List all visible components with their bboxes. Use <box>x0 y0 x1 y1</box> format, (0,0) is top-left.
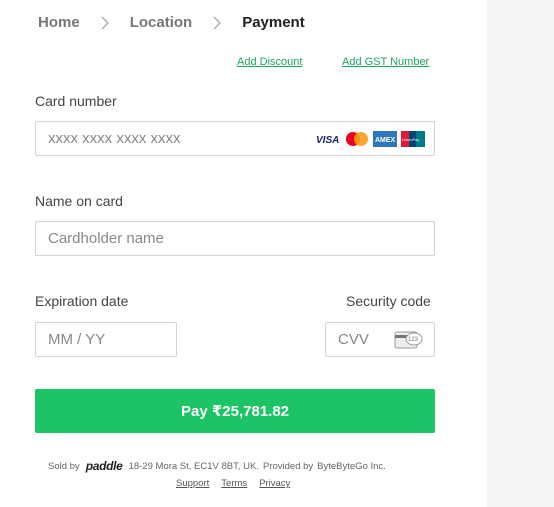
card-brands: VISA AMEX UnionPay <box>315 131 425 151</box>
breadcrumb-payment: Payment <box>242 14 305 31</box>
checkout-panel: Home Location Payment Add Discount Add G… <box>0 0 487 507</box>
svg-text:VISA: VISA <box>316 135 339 146</box>
breadcrumb-location[interactable]: Location <box>130 14 193 31</box>
support-link[interactable]: Support <box>176 478 209 489</box>
breadcrumb: Home Location Payment <box>38 14 305 31</box>
amex-icon: AMEX <box>373 131 397 151</box>
cvv-card-icon: 123 <box>394 330 424 354</box>
expiry-placeholder: MM / YY <box>48 331 106 348</box>
cvv-placeholder: CVV <box>338 331 369 348</box>
company-text: ByteByteGo Inc. <box>317 460 386 472</box>
name-label: Name on card <box>35 193 123 209</box>
svg-text:UnionPay: UnionPay <box>402 137 419 142</box>
expiry-label: Expiration date <box>35 293 129 309</box>
provided-by-text: Provided by <box>262 460 314 472</box>
mastercard-icon <box>345 131 369 151</box>
svg-text:123: 123 <box>408 337 419 343</box>
sold-by-text: Sold by <box>48 460 80 472</box>
cvv-input[interactable]: CVV 123 <box>325 322 435 357</box>
card-number-label: Card number <box>35 93 117 109</box>
add-gst-link[interactable]: Add GST Number <box>342 56 429 68</box>
card-number-placeholder: xxxx xxxx xxxx xxxx <box>48 130 181 147</box>
privacy-link[interactable]: Privacy <box>259 478 290 489</box>
pay-button[interactable]: Pay ₹25,781.82 <box>35 389 435 433</box>
visa-icon: VISA <box>315 131 341 151</box>
terms-link[interactable]: Terms <box>221 478 247 489</box>
footer-links: Support Terms Privacy <box>176 478 290 489</box>
cardholder-name-input[interactable]: Cardholder name <box>35 221 435 256</box>
add-discount-link[interactable]: Add Discount <box>237 56 302 68</box>
cardholder-name-placeholder: Cardholder name <box>48 230 164 247</box>
footer: Sold by paddle 18-29 Mora St, EC1V 8BT, … <box>48 459 386 473</box>
card-number-input[interactable]: xxxx xxxx xxxx xxxx VISA AMEX UnionPay <box>35 121 435 156</box>
unionpay-icon: UnionPay <box>401 131 425 151</box>
expiry-input[interactable]: MM / YY <box>35 322 177 357</box>
chevron-right-icon <box>207 16 227 30</box>
security-code-label: Security code <box>346 293 431 309</box>
address-text: 18-29 Mora St, EC1V 8BT, UK. <box>128 460 259 472</box>
side-panel <box>487 0 554 507</box>
paddle-logo: paddle <box>85 459 123 473</box>
chevron-right-icon <box>95 16 115 30</box>
svg-text:AMEX: AMEX <box>375 137 396 144</box>
breadcrumb-home[interactable]: Home <box>38 14 80 31</box>
